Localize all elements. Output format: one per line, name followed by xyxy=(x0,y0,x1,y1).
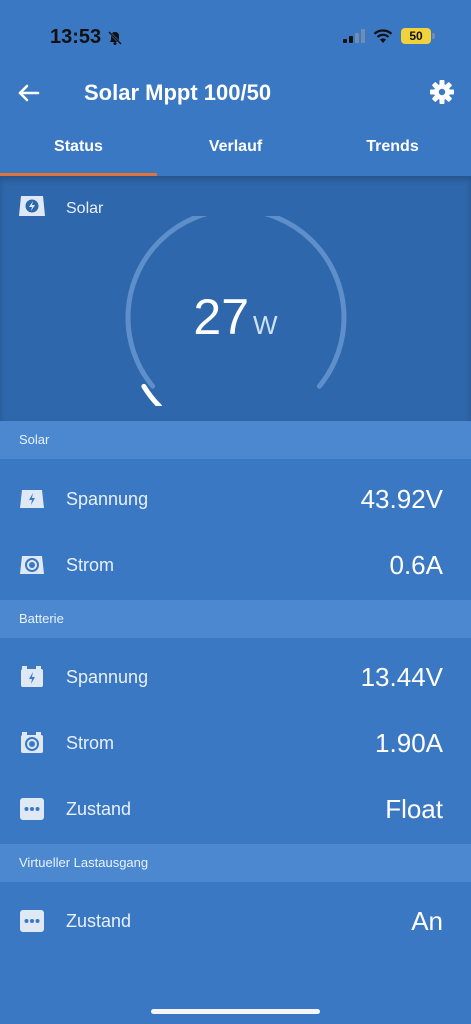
row-label: Spannung xyxy=(66,666,149,687)
status-indicators: 50 xyxy=(343,28,435,44)
gauge-readout: 27 W xyxy=(0,288,471,346)
list-item-solar-voltage[interactable]: Spannung 43.92V xyxy=(0,466,471,532)
dots-icon xyxy=(20,798,44,820)
row-value: An xyxy=(411,905,443,936)
section-header-load-output: Virtueller Lastausgang xyxy=(0,844,471,882)
row-label: Zustand xyxy=(66,910,132,931)
battery-bolt-icon xyxy=(21,666,43,687)
gauge-label: Solar xyxy=(66,200,104,217)
current-icon xyxy=(21,732,43,753)
row-value: 13.44V xyxy=(360,661,443,692)
bolt-icon xyxy=(20,490,44,508)
status-bar: 13:53 50 xyxy=(0,0,471,72)
gauge-fill xyxy=(141,383,163,406)
section-header-batterie: Batterie xyxy=(0,600,471,638)
row-label: Spannung xyxy=(66,488,149,509)
gear-icon[interactable] xyxy=(427,77,457,107)
row-value: 0.6A xyxy=(389,549,444,580)
list-item-load-state[interactable]: Zustand An xyxy=(0,888,471,954)
solar-bolt-icon xyxy=(19,196,45,216)
row-value: 43.92V xyxy=(360,483,443,514)
row-value: Float xyxy=(385,793,443,824)
section-header-solar: Solar xyxy=(0,421,471,459)
bell-muted-icon xyxy=(108,30,123,45)
row-label: Zustand xyxy=(66,798,132,819)
list-item-solar-current[interactable]: Strom 0.6A xyxy=(0,532,471,598)
signal-icon xyxy=(343,29,365,43)
row-value: 1.90A xyxy=(375,727,443,758)
app-bar: Solar Mppt 100/50 Status Verlauf Trends xyxy=(0,72,471,176)
back-arrow-icon[interactable] xyxy=(14,78,44,108)
battery-level: 50 xyxy=(409,29,423,43)
list-item-battery-state[interactable]: Zustand Float xyxy=(0,776,471,842)
tab-verlauf[interactable]: Verlauf xyxy=(157,132,314,176)
tab-trends[interactable]: Trends xyxy=(314,132,471,176)
battery-icon: 50 xyxy=(401,28,435,44)
dots-icon xyxy=(20,910,44,932)
gauge-unit: W xyxy=(253,310,278,340)
status-time: 13:53 xyxy=(50,26,123,49)
wifi-icon xyxy=(373,28,393,43)
current-icon xyxy=(20,556,44,574)
time-text: 13:53 xyxy=(50,26,102,48)
row-label: Strom xyxy=(66,554,115,575)
home-indicator[interactable] xyxy=(151,1009,320,1014)
list-item-battery-voltage[interactable]: Spannung 13.44V xyxy=(0,644,471,710)
row-label: Strom xyxy=(66,732,115,753)
tab-bar: Status Verlauf Trends xyxy=(0,132,471,176)
list-item-battery-current[interactable]: Strom 1.90A xyxy=(0,710,471,776)
solar-gauge-panel: Solar 27 W xyxy=(0,176,471,421)
page-title: Solar Mppt 100/50 xyxy=(84,80,272,105)
tab-status[interactable]: Status xyxy=(0,132,157,176)
gauge-value: 27 xyxy=(193,289,250,345)
